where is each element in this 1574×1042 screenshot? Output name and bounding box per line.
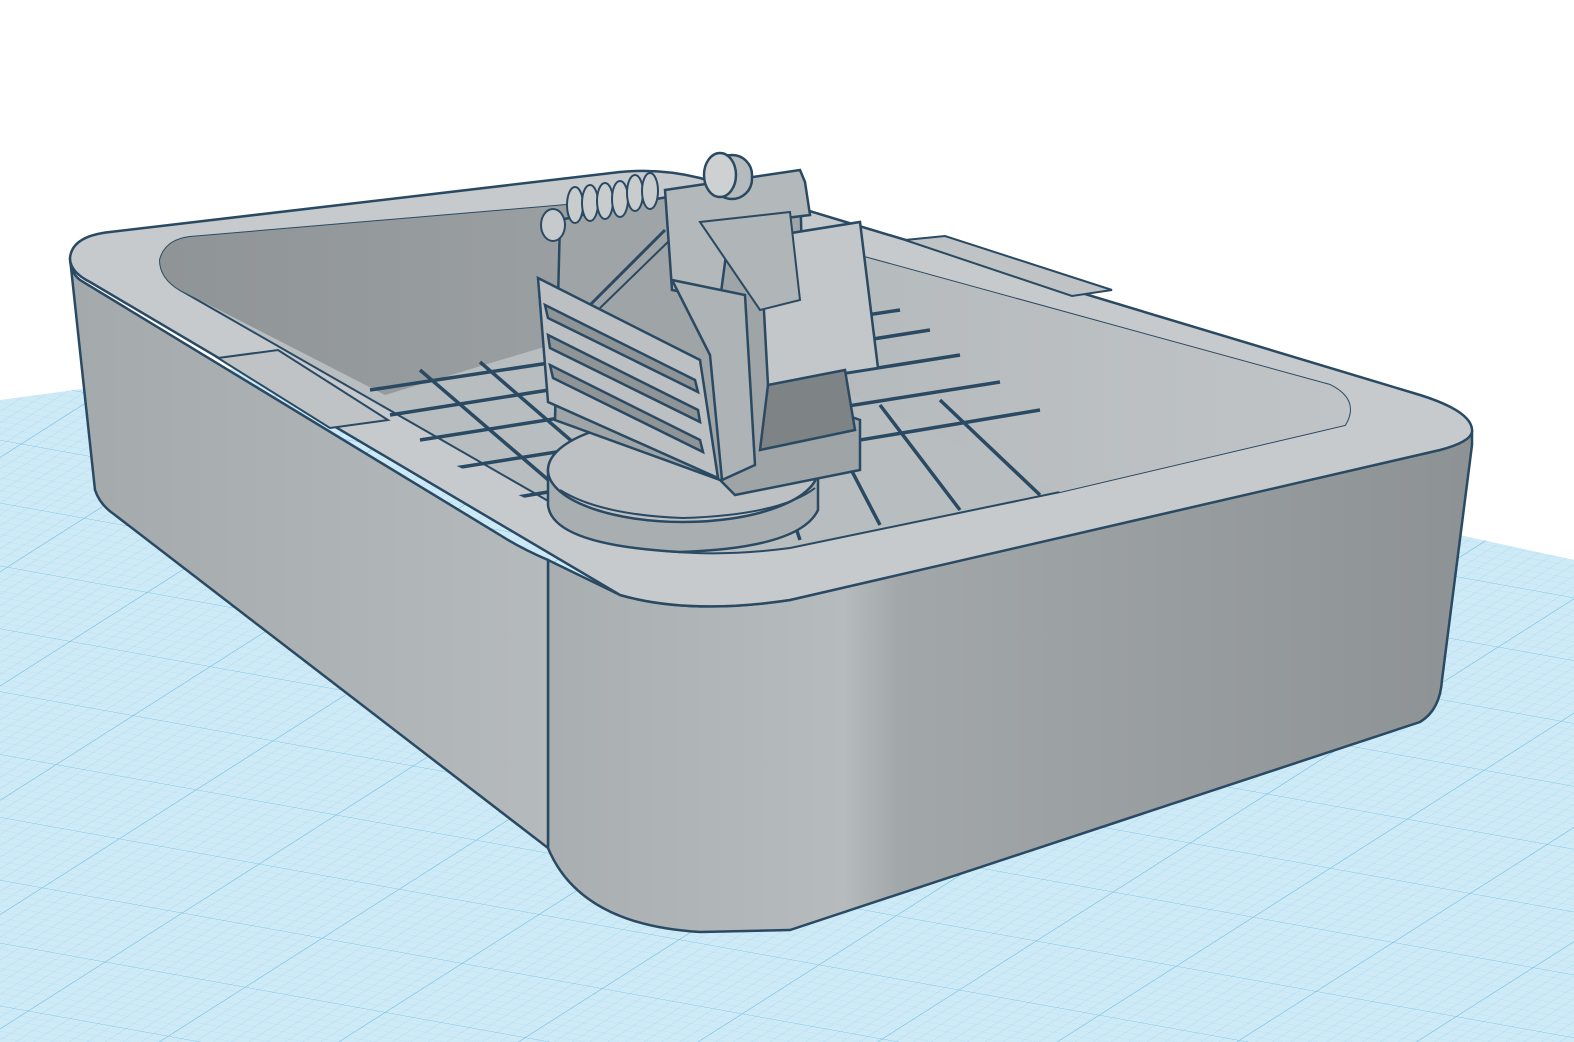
turret-top-cylinder <box>702 151 754 201</box>
turret-knob-left <box>540 208 566 242</box>
3d-viewport[interactable] <box>0 0 1574 1042</box>
scene-canvas[interactable] <box>0 0 1574 1042</box>
